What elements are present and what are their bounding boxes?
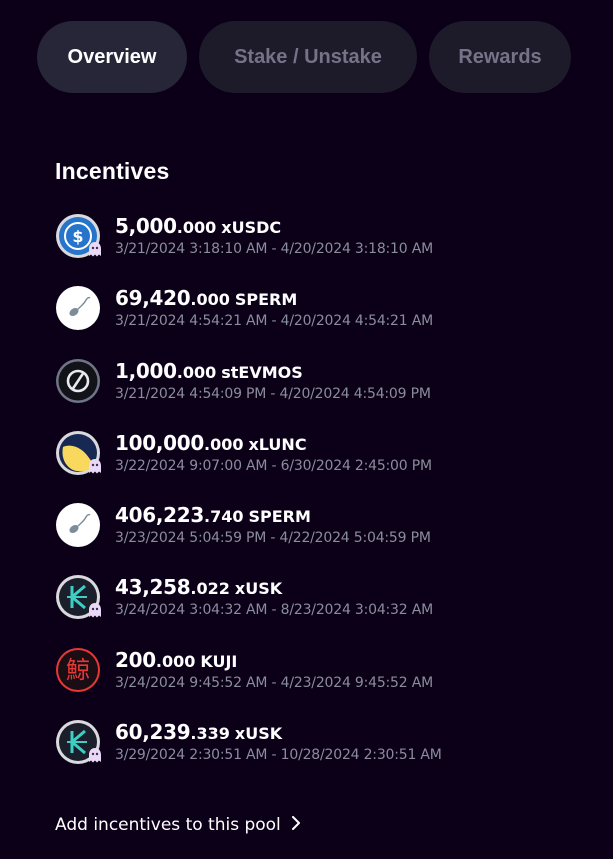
add-incentives-label: Add incentives to this pool (55, 815, 281, 835)
tab-overview[interactable]: Overview (37, 21, 187, 93)
incentive-date-range: 3/23/2024 5:04:59 PM - 4/22/2024 5:04:59… (115, 530, 431, 547)
svg-text:$: $ (72, 227, 83, 246)
incentive-date-range: 3/21/2024 4:54:09 PM - 4/20/2024 4:54:09… (115, 385, 431, 402)
incentive-item: 69,420.000 SPERM 3/21/2024 4:54:21 AM - 4… (55, 283, 575, 355)
ghost-badge-icon (87, 458, 103, 475)
stevmos-icon (55, 358, 101, 404)
incentive-item: 43,258.022 xUSK 3/24/2024 3:04:32 AM - 8/… (55, 572, 575, 644)
ghost-badge-icon (87, 241, 103, 258)
incentive-amount: 60,239.339 xUSK (115, 720, 283, 745)
incentive-amount: 1,000.000 stEVMOS (115, 358, 303, 383)
incentive-denom: xUSK (234, 579, 283, 599)
incentive-item: 鯨 200.000 KUJI 3/24/2024 9:45:52 AM - 4/2… (55, 645, 575, 717)
incentive-denom: KUJI (200, 651, 238, 671)
incentive-amount: 200.000 KUJI (115, 647, 238, 672)
incentive-amount: 69,420.000 SPERM (115, 286, 298, 311)
incentive-denom: xUSK (234, 724, 283, 744)
incentive-item: $ 5,000.000 xUSDC 3/21/2024 3:18:10 AM - … (55, 211, 575, 283)
svg-text:鯨: 鯨 (66, 656, 90, 684)
incentive-item: 60,239.339 xUSK 3/29/2024 2:30:51 AM - 10… (55, 717, 575, 789)
incentive-amount: 43,258.022 xUSK (115, 575, 283, 600)
tab-bar: Overview Stake / Unstake Rewards (37, 21, 571, 93)
incentive-item: 406,223.740 SPERM 3/23/2024 5:04:59 PM - … (55, 500, 575, 572)
ghost-badge-icon (87, 602, 103, 619)
chevron-right-icon (291, 815, 301, 835)
incentive-amount: 5,000.000 xUSDC (115, 214, 282, 238)
tab-rewards[interactable]: Rewards (429, 21, 571, 93)
incentive-denom: xUSDC (221, 218, 282, 237)
kuji-icon: 鯨 (55, 647, 101, 693)
incentive-amount: 406,223.740 SPERM (115, 503, 311, 528)
ghost-badge-icon (87, 747, 103, 764)
incentives-list: $ 5,000.000 xUSDC 3/21/2024 3:18:10 AM - … (55, 211, 575, 789)
incentive-date-range: 3/21/2024 3:18:10 AM - 4/20/2024 3:18:10… (115, 241, 433, 257)
incentive-date-range: 3/24/2024 3:04:32 AM - 8/23/2024 3:04:32… (115, 602, 433, 619)
incentive-item: 1,000.000 stEVMOS 3/21/2024 4:54:09 PM - … (55, 356, 575, 428)
incentive-amount: 100,000.000 xLUNC (115, 430, 307, 455)
incentive-date-range: 3/29/2024 2:30:51 AM - 10/28/2024 2:30:5… (115, 747, 442, 764)
incentive-date-range: 3/22/2024 9:07:00 AM - 6/30/2024 2:45:00… (115, 457, 432, 474)
incentive-denom: SPERM (248, 507, 311, 527)
incentive-date-range: 3/21/2024 4:54:21 AM - 4/20/2024 4:54:21… (115, 313, 433, 330)
incentive-item: 100,000.000 xLUNC 3/22/2024 9:07:00 AM - … (55, 428, 575, 500)
incentive-denom: xLUNC (248, 434, 307, 454)
incentive-date-range: 3/24/2024 9:45:52 AM - 4/23/2024 9:45:52… (115, 674, 433, 691)
sperm-icon (55, 285, 101, 331)
add-incentives-link[interactable]: Add incentives to this pool (55, 815, 301, 835)
section-title: Incentives (55, 158, 170, 184)
incentive-denom: SPERM (234, 290, 298, 310)
sperm-icon (55, 502, 101, 548)
incentive-denom: stEVMOS (221, 362, 303, 382)
tab-stake-unstake[interactable]: Stake / Unstake (199, 21, 417, 93)
